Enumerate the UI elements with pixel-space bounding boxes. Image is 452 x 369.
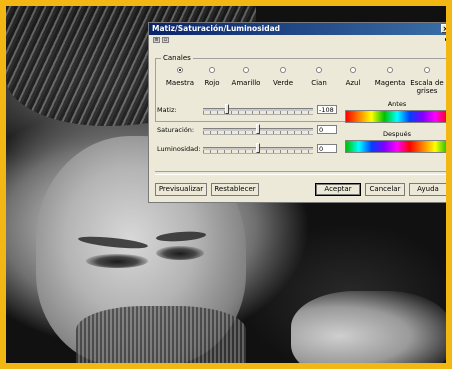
channel-cian[interactable]: Cian <box>308 67 330 87</box>
hue-saturation-dialog: Matiz/Saturación/Luminosidad × ≡ ▫ ▸ Can… <box>148 22 452 203</box>
channel-magenta[interactable]: Magenta <box>374 67 406 87</box>
after-label: Después <box>382 130 412 138</box>
luminosity-slider[interactable] <box>203 143 313 154</box>
after-hue-gradient <box>345 140 449 153</box>
photo-hand <box>291 291 446 363</box>
luminosity-value-input[interactable]: 0 <box>317 144 337 153</box>
saturation-slider[interactable] <box>203 124 313 135</box>
grid-icon[interactable]: ≡ <box>153 37 160 43</box>
hue-value-input[interactable]: -108 <box>317 105 337 114</box>
radio-magenta[interactable] <box>387 67 393 73</box>
luminosity-slider-thumb[interactable] <box>256 143 260 153</box>
hue-label: Matiz: <box>157 106 177 114</box>
radio-rojo[interactable] <box>209 67 215 73</box>
close-button[interactable]: × <box>441 24 450 33</box>
luminosity-label: Luminosidad: <box>157 145 201 153</box>
dialog-separator <box>155 171 449 175</box>
hue-slider-thumb[interactable] <box>225 104 229 114</box>
channel-azul[interactable]: Azul <box>342 67 364 87</box>
radio-escala-de-grises[interactable] <box>424 67 430 73</box>
photo-eye-right <box>156 246 204 260</box>
dialog-titlebar[interactable]: Matiz/Saturación/Luminosidad × <box>149 23 451 35</box>
channel-amarillo[interactable]: Amarillo <box>229 67 263 87</box>
saturation-label: Saturación: <box>157 126 195 134</box>
channel-label: Verde <box>272 79 294 87</box>
panel-icon[interactable]: ▫ <box>162 37 169 43</box>
reset-button[interactable]: Restablecer <box>211 183 259 196</box>
radio-cian[interactable] <box>316 67 322 73</box>
channel-maestra[interactable]: Maestra <box>165 67 195 87</box>
channel-label: Magenta <box>374 79 406 87</box>
channel-label: Escala de grises <box>410 79 444 95</box>
preview-button[interactable]: Previsualizar <box>155 183 207 196</box>
radio-azul[interactable] <box>350 67 356 73</box>
channel-label: Maestra <box>165 79 195 87</box>
before-label: Antes <box>387 100 407 108</box>
photo-eye-left <box>86 254 148 268</box>
channel-rojo[interactable]: Rojo <box>200 67 224 87</box>
dialog-title: Matiz/Saturación/Luminosidad <box>152 24 281 33</box>
accept-button[interactable]: Aceptar <box>315 183 361 196</box>
channels-legend: Canales <box>161 54 193 62</box>
dialog-toolbar: ≡ ▫ ▸ <box>149 35 451 45</box>
radio-verde[interactable] <box>280 67 286 73</box>
channel-label: Cian <box>311 79 327 87</box>
channel-escala-de-grises[interactable]: Escala de grises <box>410 67 444 95</box>
expand-arrow-icon[interactable]: ▸ <box>445 36 448 43</box>
photo-beard <box>76 306 246 363</box>
radio-amarillo[interactable] <box>243 67 249 73</box>
channel-label: Rojo <box>204 79 220 87</box>
channel-label: Azul <box>345 79 361 87</box>
channel-verde[interactable]: Verde <box>270 67 296 87</box>
saturation-value-input[interactable]: 0 <box>317 125 337 134</box>
channel-label: Amarillo <box>231 79 261 87</box>
cancel-button[interactable]: Cancelar <box>365 183 405 196</box>
saturation-slider-thumb[interactable] <box>256 124 260 134</box>
radio-maestra[interactable] <box>177 67 183 73</box>
help-button[interactable]: Ayuda <box>409 183 447 196</box>
before-hue-gradient <box>345 110 449 123</box>
hue-slider[interactable] <box>203 104 313 115</box>
